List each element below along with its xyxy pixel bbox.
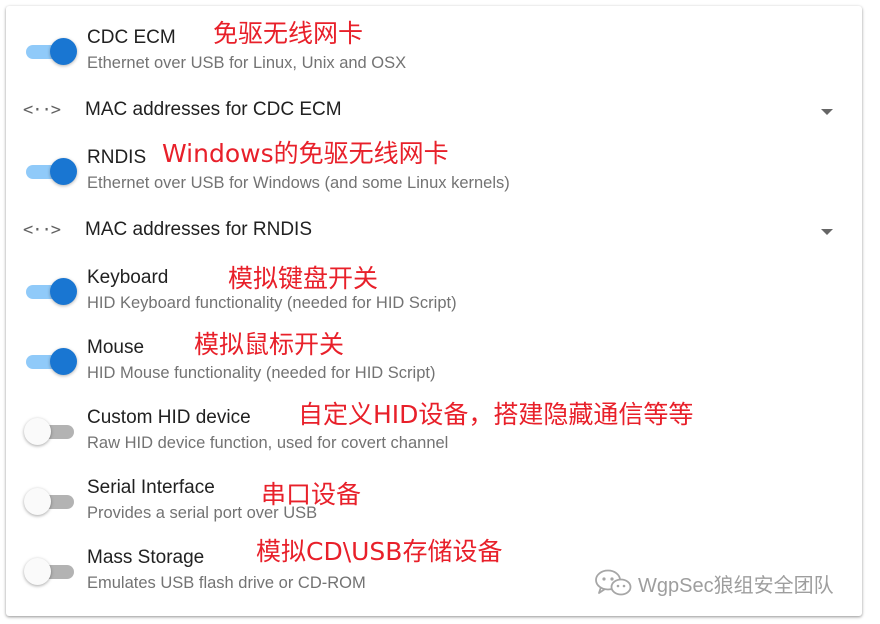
annotation-custom-hid: 自定义HID设备，搭建隐藏通信等等	[298, 400, 694, 429]
annotation-serial: 串口设备	[261, 480, 362, 509]
toggle-thumb	[50, 158, 77, 185]
mac-addresses-rndis-select[interactable]: <··> MAC addresses for RNDIS	[6, 210, 862, 254]
toggle-thumb	[50, 348, 77, 375]
custom-hid-title: Custom HID device	[87, 407, 251, 428]
usb-gadget-settings-card: CDC ECM Ethernet over USB for Linux, Uni…	[6, 6, 862, 616]
wechat-logo-icon	[595, 569, 632, 596]
annotation-cdc-ecm: 免驱无线网卡	[213, 19, 364, 48]
code-brackets-icon: <··>	[23, 220, 61, 240]
custom-hid-toggle[interactable]	[24, 418, 76, 446]
keyboard-subtitle: HID Keyboard functionality (needed for H…	[87, 294, 457, 312]
cdc-ecm-title: CDC ECM	[87, 27, 176, 48]
mouse-title: Mouse	[87, 337, 145, 358]
annotation-mouse: 模拟鼠标开关	[194, 330, 345, 359]
annotation-rndis: Windows的免驱无线网卡	[162, 139, 449, 168]
annotation-keyboard: 模拟键盘开关	[228, 264, 379, 293]
annotation-mass-storage: 模拟CD\USB存储设备	[256, 537, 503, 566]
mass-storage-title: Mass Storage	[87, 547, 205, 568]
mouse-toggle[interactable]	[24, 348, 77, 376]
mac-addresses-cdc-ecm-select[interactable]: <··> MAC addresses for CDC ECM	[6, 90, 862, 134]
rndis-toggle[interactable]	[24, 158, 77, 186]
arrow-drop-down-icon	[821, 229, 833, 235]
watermark: WgpSec狼组安全团队	[594, 566, 834, 600]
setting-serial: Serial Interface Provides a serial port …	[6, 472, 862, 536]
toggle-thumb	[24, 558, 51, 585]
serial-toggle[interactable]	[24, 488, 76, 516]
keyboard-title: Keyboard	[87, 267, 169, 288]
cdc-ecm-subtitle: Ethernet over USB for Linux, Unix and OS…	[87, 54, 407, 72]
cdc-ecm-toggle[interactable]	[24, 38, 77, 66]
watermark-text: WgpSec狼组安全团队	[638, 574, 834, 597]
mac-addresses-cdc-ecm-label: MAC addresses for CDC ECM	[85, 99, 342, 120]
mass-storage-toggle[interactable]	[24, 558, 76, 586]
toggle-thumb	[24, 488, 51, 515]
mass-storage-subtitle: Emulates USB flash drive or CD-ROM	[87, 574, 366, 592]
mac-addresses-rndis-label: MAC addresses for RNDIS	[85, 219, 313, 240]
rndis-subtitle: Ethernet over USB for Windows (and some …	[87, 174, 510, 192]
setting-mouse: Mouse HID Mouse functionality (needed fo…	[6, 332, 862, 396]
arrow-drop-down-icon	[821, 109, 833, 115]
serial-title: Serial Interface	[87, 477, 215, 498]
toggle-thumb	[24, 418, 51, 445]
mouse-subtitle: HID Mouse functionality (needed for HID …	[87, 364, 436, 382]
toggle-thumb	[50, 38, 77, 65]
rndis-title: RNDIS	[87, 147, 147, 168]
setting-keyboard: Keyboard HID Keyboard functionality (nee…	[6, 262, 862, 326]
custom-hid-subtitle: Raw HID device function, used for covert…	[87, 434, 449, 452]
code-brackets-icon: <··>	[23, 100, 61, 120]
keyboard-toggle[interactable]	[24, 278, 77, 306]
setting-cdc-ecm: CDC ECM Ethernet over USB for Linux, Uni…	[6, 22, 862, 86]
toggle-thumb	[50, 278, 77, 305]
